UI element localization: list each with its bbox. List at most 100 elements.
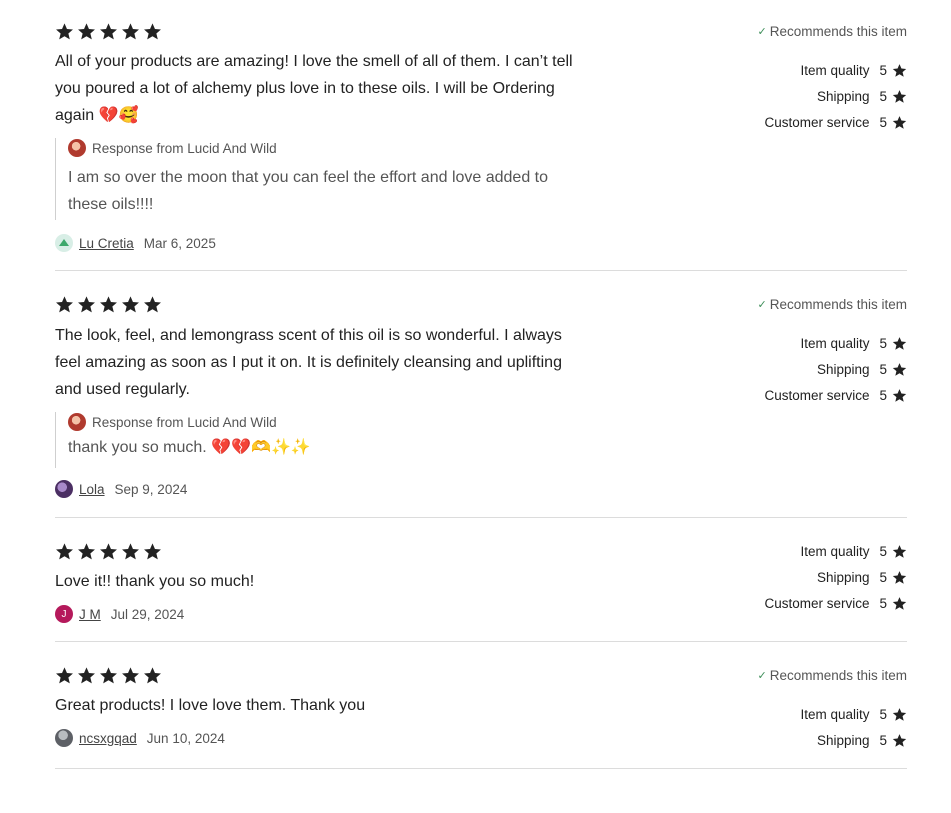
star-icon — [143, 666, 162, 685]
rating-value: 5 — [879, 595, 887, 611]
star-icon — [892, 388, 907, 403]
review-byline: Lu Cretia Mar 6, 2025 — [55, 234, 216, 252]
recommends-label: Recommends this item — [769, 297, 907, 312]
star-icon — [55, 295, 74, 314]
avatar — [55, 729, 73, 747]
star-icon — [892, 63, 907, 78]
rating-row: Customer service 5 — [764, 590, 907, 616]
star-icon — [121, 22, 140, 41]
rating-row: Item quality 5 — [800, 701, 907, 727]
rating-label: Item quality — [800, 543, 870, 559]
star-rating — [55, 295, 162, 314]
star-icon — [77, 295, 96, 314]
author-link[interactable]: Lu Cretia — [79, 236, 134, 251]
review-date: Jul 29, 2024 — [110, 606, 185, 622]
review-date: Jun 10, 2024 — [146, 730, 225, 746]
rating-value: 5 — [879, 361, 887, 377]
star-rating — [55, 542, 162, 561]
star-rating — [55, 666, 162, 685]
rating-label: Shipping — [816, 732, 870, 748]
recommends-label: Recommends this item — [769, 668, 907, 683]
recommends-badge: ✓ Recommends this item — [757, 297, 907, 312]
author-link[interactable]: Lola — [79, 482, 105, 497]
sub-ratings: Item quality 5 Shipping 5 Customer servi… — [764, 538, 907, 616]
review-text: All of your products are amazing! I love… — [55, 53, 573, 124]
star-icon — [892, 89, 907, 104]
star-rating — [55, 22, 162, 41]
rating-value: 5 — [879, 543, 887, 559]
star-icon — [892, 115, 907, 130]
response-label: Response from Lucid And Wild — [92, 414, 277, 430]
star-icon — [99, 542, 118, 561]
rating-row: Shipping 5 — [764, 564, 907, 590]
seller-response: Response from Lucid And Wild thank you s… — [55, 412, 568, 468]
rating-row: Item quality 5 — [764, 330, 907, 356]
rating-label: Customer service — [764, 387, 870, 403]
star-icon — [99, 666, 118, 685]
review-byline: J J M Jul 29, 2024 — [55, 605, 184, 623]
review-card: Love it!! thank you so much! J J M Jul 2… — [55, 518, 907, 642]
response-text: I am so over the moon that you can feel … — [68, 169, 549, 213]
rating-label: Item quality — [800, 706, 870, 722]
review-date: Mar 6, 2025 — [143, 235, 216, 251]
sub-ratings: Item quality 5 Shipping 5 — [800, 701, 907, 753]
rating-value: 5 — [879, 62, 887, 78]
shop-avatar — [68, 139, 86, 157]
rating-row: Shipping 5 — [764, 83, 907, 109]
rating-value: 5 — [879, 706, 887, 722]
star-icon — [143, 22, 162, 41]
star-icon — [77, 22, 96, 41]
review-card: All of your products are amazing! I love… — [55, 0, 907, 271]
author-link[interactable]: J M — [79, 607, 101, 622]
review-date: Sep 9, 2024 — [114, 481, 188, 497]
rating-value: 5 — [879, 387, 887, 403]
check-icon: ✓ — [757, 26, 767, 38]
review-card: Great products! I love love them. Thank … — [55, 642, 907, 769]
reviews-page: { "reviews": [ { "stars": 5, "text": "Al… — [0, 0, 951, 813]
star-icon — [121, 542, 140, 561]
rating-row: Item quality 5 — [764, 57, 907, 83]
rating-row: Shipping 5 — [764, 356, 907, 382]
sub-ratings: Item quality 5 Shipping 5 Customer servi… — [764, 330, 907, 408]
star-icon — [121, 666, 140, 685]
star-icon — [892, 362, 907, 377]
star-icon — [77, 666, 96, 685]
star-icon — [77, 542, 96, 561]
star-icon — [55, 542, 74, 561]
star-icon — [55, 22, 74, 41]
review-text: Great products! I love love them. Thank … — [55, 697, 366, 714]
avatar — [55, 480, 73, 498]
rating-label: Shipping — [816, 88, 870, 104]
star-icon — [55, 666, 74, 685]
star-icon — [143, 295, 162, 314]
rating-row: Item quality 5 — [764, 538, 907, 564]
response-label: Response from Lucid And Wild — [92, 140, 277, 156]
star-icon — [892, 544, 907, 559]
review-byline: Lola Sep 9, 2024 — [55, 480, 187, 498]
sub-ratings: Item quality 5 Shipping 5 Customer servi… — [764, 57, 907, 135]
rating-value: 5 — [879, 114, 887, 130]
rating-label: Item quality — [800, 62, 870, 78]
star-icon — [121, 295, 140, 314]
rating-label: Shipping — [816, 361, 870, 377]
rating-label: Customer service — [764, 595, 870, 611]
review-text: Love it!! thank you so much! — [55, 573, 255, 590]
rating-label: Customer service — [764, 114, 870, 130]
review-card: The look, feel, and lemongrass scent of … — [55, 271, 907, 518]
avatar: J — [55, 605, 73, 623]
recommends-badge: ✓ Recommends this item — [757, 668, 907, 683]
star-icon — [892, 596, 907, 611]
recommends-badge: ✓ Recommends this item — [757, 24, 907, 39]
review-text: The look, feel, and lemongrass scent of … — [55, 327, 562, 398]
check-icon: ✓ — [757, 299, 767, 311]
shop-avatar — [68, 413, 86, 431]
star-icon — [892, 570, 907, 585]
star-icon — [99, 295, 118, 314]
review-byline: ncsxgqad Jun 10, 2024 — [55, 729, 225, 747]
rating-row: Shipping 5 — [800, 727, 907, 753]
response-text: thank you so much. 💔💔🫶✨✨ — [68, 439, 311, 456]
rating-value: 5 — [879, 88, 887, 104]
star-icon — [99, 22, 118, 41]
author-link[interactable]: ncsxgqad — [79, 731, 137, 746]
avatar — [55, 234, 73, 252]
